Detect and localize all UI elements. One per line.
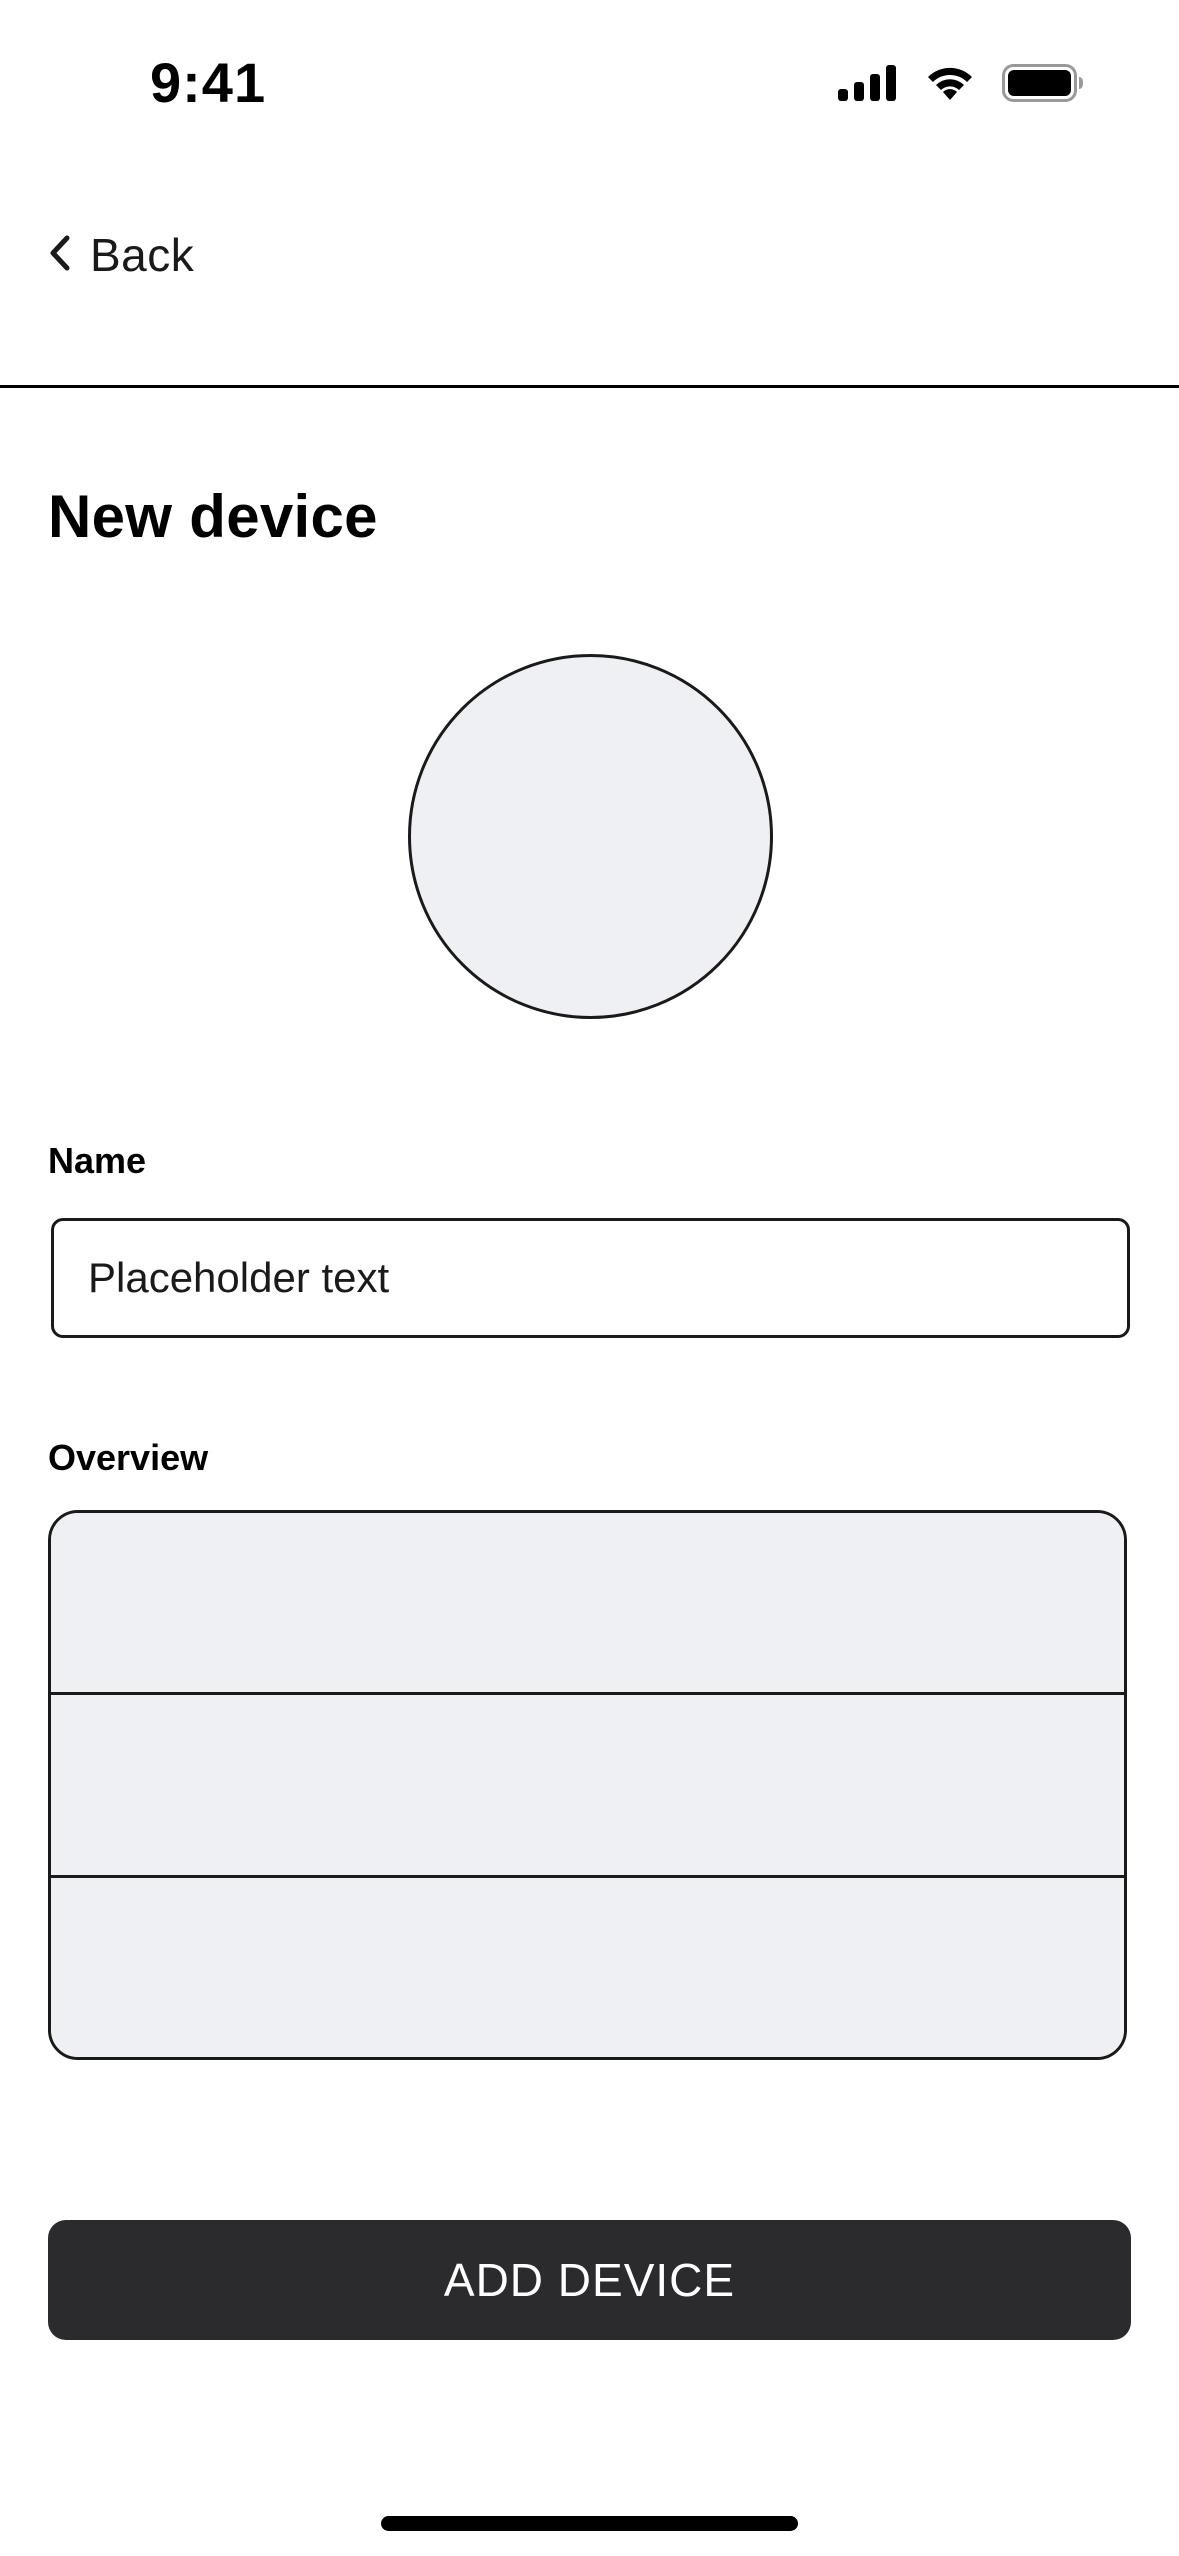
battery-icon [1002, 64, 1084, 102]
name-input[interactable] [51, 1218, 1130, 1338]
overview-label: Overview [48, 1437, 209, 1478]
overview-list [48, 1510, 1127, 2060]
device-image-picker[interactable] [408, 654, 773, 1019]
back-button-label: Back [90, 229, 195, 281]
back-button[interactable]: Back [48, 220, 194, 290]
nav-divider [0, 385, 1179, 388]
status-time: 9:41 [150, 51, 267, 114]
cellular-signal-icon [838, 65, 898, 101]
name-label: Name [48, 1140, 147, 1181]
wifi-icon [924, 64, 976, 102]
new-device-screen: 9:41 Back New device Name Placeholder te… [0, 0, 1179, 2556]
page-title: New device [48, 483, 378, 550]
overview-row[interactable] [51, 1874, 1124, 2057]
add-device-button[interactable]: ADD DEVICE [48, 2220, 1131, 2340]
overview-row[interactable] [51, 1513, 1124, 1693]
status-bar: 9:41 [0, 0, 1179, 175]
status-icons [838, 64, 1084, 102]
overview-row[interactable] [51, 1692, 1124, 1875]
home-indicator[interactable] [381, 2516, 798, 2531]
chevron-left-icon [48, 234, 72, 277]
